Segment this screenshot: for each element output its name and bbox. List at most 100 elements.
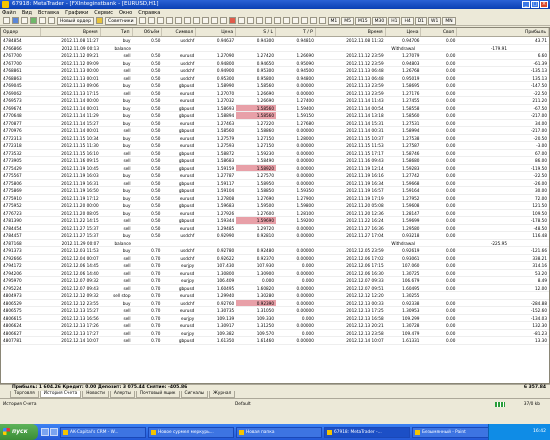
table-row[interactable]: 4795970 2012.12.07 09:32 sell 0.70 eurjpy 106… <box>1 277 549 285</box>
table-row[interactable]: 4769045 2012.11.13 09:06 buy 0.50 gbpusd 1.58… <box>1 82 549 90</box>
zoom-in-icon[interactable] <box>165 17 173 24</box>
table-row[interactable]: 4794172 2012.12.06 14:45 sell 0.70 eurjpy 107… <box>1 262 549 270</box>
menu-item-1[interactable]: Вид <box>22 10 32 16</box>
tab-3[interactable]: Алерты <box>109 391 135 398</box>
experts-icon[interactable] <box>96 17 104 24</box>
timeframe-h1[interactable]: H1 <box>388 16 401 25</box>
table-row[interactable]: 4775910 2012.11.19 17:12 buy 0.50 eurusd 1.27… <box>1 195 549 202</box>
timeframe-m1[interactable]: M1 <box>327 16 341 25</box>
tab-2[interactable]: Новости <box>82 391 109 398</box>
table-row[interactable]: 4806615 2012.12.13 16:56 sell 0.70 eurjpy 109… <box>1 315 549 322</box>
table-row[interactable]: 4781390 2012.11.22 14:15 sell 0.50 gbpusd 1.5… <box>1 217 549 225</box>
equidistant-channel-icon[interactable] <box>282 17 290 24</box>
column-header-10[interactable]: Своп <box>421 28 458 36</box>
table-row[interactable]: 4775429 2012.11.19 10:45 sell 0.50 gbpusd 1.5… <box>1 164 549 172</box>
profiles-icon[interactable] <box>21 17 28 24</box>
column-header-0[interactable]: Ордер <box>1 28 41 36</box>
start-button[interactable]: пуск <box>0 424 38 440</box>
open-icon[interactable] <box>12 17 19 24</box>
table-row[interactable]: 4784457 2012.11.27 15:37 buy 0.50 usdchf 0.92… <box>1 232 549 240</box>
arrows-icon[interactable] <box>318 17 326 24</box>
table-row[interactable]: 4767700 2012.11.12 09:21 sell 0.50 eurusd 1.2… <box>1 52 549 60</box>
table-row[interactable]: 4768861 2012.11.13 00:00 sell 0.50 usdchf 0.9… <box>1 67 549 75</box>
autoscroll-icon[interactable] <box>192 17 200 24</box>
column-header-7[interactable]: T / P <box>276 28 316 36</box>
table-row[interactable]: 4775806 2012.11.19 16:31 sell 0.50 gbpusd 1.5… <box>1 180 549 187</box>
chart-shift-icon[interactable] <box>201 17 209 24</box>
tab-6[interactable]: Журнал <box>209 391 236 398</box>
tab-1[interactable]: История Счета <box>39 391 82 398</box>
taskbar-item[interactable]: Новая папка <box>236 426 322 438</box>
menu-item-3[interactable]: Графики <box>65 10 88 16</box>
taskbar-item[interactable]: AK-Capital's CRM - W... <box>60 426 146 438</box>
table-row[interactable]: 4769573 2012.11.14 00:00 buy 0.50 eurusd 1.27… <box>1 97 549 105</box>
table-row[interactable]: 4767700 2012.11.12 09:09 buy 0.50 usdchf 0.94… <box>1 60 549 67</box>
taskbar-item[interactable]: 67918: MetaTrader -... <box>324 426 410 438</box>
column-header-11[interactable]: Прибыль <box>457 28 549 36</box>
column-header-6[interactable]: S / L <box>236 28 277 36</box>
table-row[interactable]: 4772313 2012.11.15 10:34 buy 0.50 eurusd 1.27… <box>1 135 549 142</box>
table-row[interactable]: 4768863 2012.11.13 00:01 sell 0.50 usdchf 0.9… <box>1 75 549 82</box>
timeframe-m30[interactable]: M30 <box>371 16 388 25</box>
trendline-icon[interactable] <box>273 17 281 24</box>
tab-5[interactable]: Сигналы <box>180 391 209 398</box>
horizontal-line-icon[interactable] <box>264 17 272 24</box>
table-row[interactable]: 4795224 2012.12.07 09:43 sell 0.70 gbpusd 1.6… <box>1 285 549 292</box>
indicators-icon[interactable] <box>210 17 218 24</box>
timeframe-w1[interactable]: W1 <box>428 16 442 25</box>
minimize-button[interactable]: _ <box>522 1 530 8</box>
menu-item-4[interactable]: Сервис <box>94 10 113 16</box>
column-header-2[interactable]: Тип <box>101 28 133 36</box>
vertical-line-icon[interactable] <box>255 17 263 24</box>
table-row[interactable]: 4791373 2012.12.03 11:53 buy 0.70 usdchf 0.92… <box>1 247 549 255</box>
menu-item-2[interactable]: Вставка <box>38 10 59 16</box>
taskbar-item[interactable]: Безымянный - Paint <box>412 426 498 438</box>
table-row[interactable]: 4775952 2012.11.20 00:00 buy 0.50 gbpusd 1.59… <box>1 202 549 210</box>
tab-4[interactable]: Почтовый ящик <box>135 391 180 398</box>
candles-icon[interactable] <box>147 17 155 24</box>
table-row[interactable]: 4775567 2012.11.19 16:03 buy 0.50 eurusd 1.27… <box>1 172 549 180</box>
periods-icon[interactable] <box>219 17 227 24</box>
cursor-icon[interactable] <box>237 17 245 24</box>
table-row[interactable]: 4766866 2012.11.09 00:13 balance Withdrawal… <box>1 45 549 52</box>
column-header-5[interactable]: Цена <box>196 28 237 36</box>
column-header-1[interactable]: Время <box>41 28 101 36</box>
text-icon[interactable] <box>300 17 308 24</box>
table-row[interactable]: 4806627 2012.12.13 17:27 sell 0.70 eurjpy 109… <box>1 330 549 337</box>
market-watch-icon[interactable] <box>30 17 37 24</box>
menu-item-6[interactable]: Справка <box>138 10 160 16</box>
terminal-icon[interactable] <box>48 17 55 24</box>
line-chart-icon[interactable] <box>156 17 164 24</box>
tab-0[interactable]: Торговля <box>10 391 39 398</box>
taskbar-item[interactable]: Новое сурмел меркурь... <box>148 426 234 438</box>
table-row[interactable]: 4787168 2012.11.29 00:07 balance Withdrawal… <box>1 240 549 247</box>
crosshair-icon[interactable] <box>246 17 254 24</box>
tile-windows-icon[interactable] <box>183 17 191 24</box>
table-row[interactable]: 4806624 2012.12.13 17:26 sell 0.70 eurusd 1.3… <box>1 322 549 330</box>
table-row[interactable]: 4772318 2012.11.15 11:30 buy 0.50 eurusd 1.27… <box>1 142 549 150</box>
table-row[interactable]: 4807781 2012.12.14 10:07 sell 0.70 gbpusd 1.6… <box>1 337 549 345</box>
column-header-3[interactable]: Объём <box>133 28 163 36</box>
column-header-9[interactable]: Цена <box>386 28 422 36</box>
table-row[interactable]: 4806529 2012.12.12 23:55 buy 0.70 usdchf 0.92… <box>1 299 549 307</box>
label-icon[interactable] <box>309 17 317 24</box>
window-title-bar[interactable]: 67918: MetaTrader - [FXInteginstbank - [… <box>0 0 550 9</box>
column-header-4[interactable]: Символ <box>162 28 197 36</box>
new-chart-icon[interactable] <box>3 17 10 24</box>
timeframe-m15[interactable]: M15 <box>355 16 371 25</box>
table-row[interactable]: 4769062 2012.11.13 17:15 sell 0.50 eurusd 1.2… <box>1 90 549 97</box>
menu-item-5[interactable]: Окно <box>119 10 132 16</box>
table-row[interactable]: 4804973 2012.12.12 09:32 sell stop 0.70 euru… <box>1 292 549 300</box>
show-desktop-icon[interactable] <box>41 428 49 436</box>
navigator-icon[interactable] <box>39 17 46 24</box>
table-row[interactable]: 4770976 2012.11.14 00:01 sell 0.50 gbpusd 1.5… <box>1 127 549 135</box>
table-row[interactable]: 4769674 2012.11.14 00:01 buy 0.50 gbpusd 1.58… <box>1 104 549 112</box>
fibonacci-icon[interactable] <box>291 17 299 24</box>
table-row[interactable]: 4794206 2012.12.06 14:40 sell 0.70 eurusd 1.3… <box>1 270 549 277</box>
table-row[interactable]: 4775869 2012.11.19 16:50 buy 0.50 gbpusd 1.59… <box>1 187 549 195</box>
timeframe-mn[interactable]: MN <box>442 16 456 25</box>
templates-icon[interactable] <box>228 17 236 24</box>
table-row[interactable]: 4773532 2012.11.15 16:10 sell 0.50 gbpusd 1.5… <box>1 150 549 157</box>
close-button[interactable]: × <box>540 1 548 8</box>
table-row[interactable]: 4806575 2012.12.13 15:27 sell 0.70 eurusd 1.3… <box>1 307 549 315</box>
